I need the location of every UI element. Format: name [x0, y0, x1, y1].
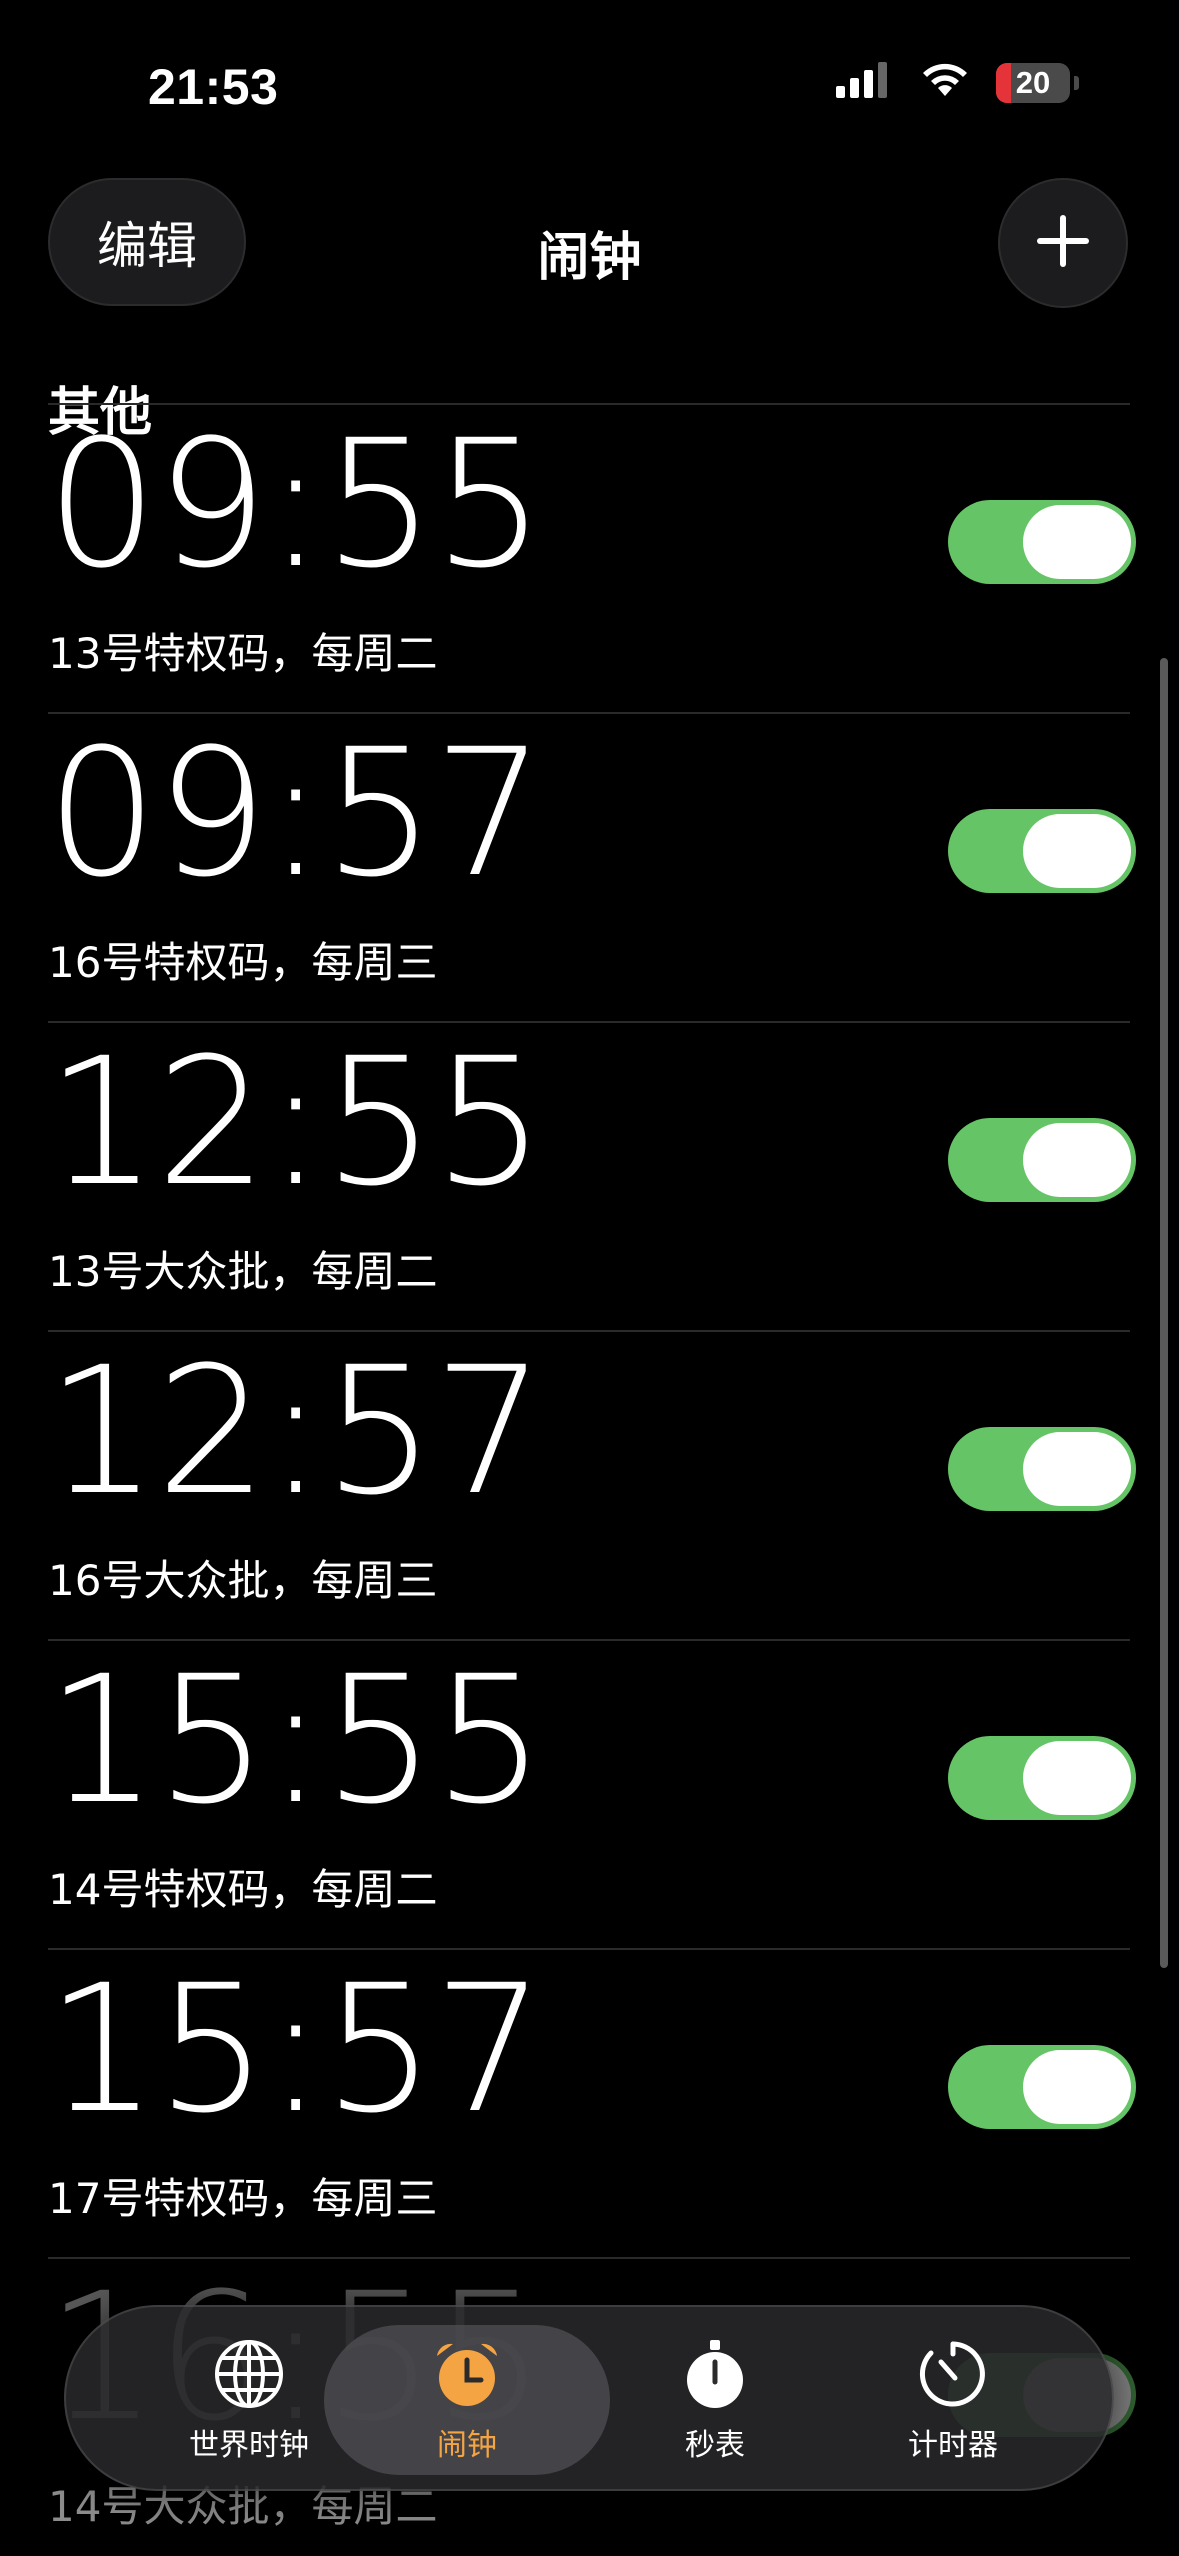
alarm-label: 14号特权码，每周二 [48, 1865, 438, 1914]
alarm-toggle[interactable] [948, 1736, 1136, 1820]
alarm-label: 13号特权码，每周二 [48, 629, 438, 678]
alarm-toggle[interactable] [948, 500, 1136, 584]
alarm-label: 16号大众批，每周三 [48, 1556, 438, 1605]
alarm-toggle[interactable] [948, 1427, 1136, 1511]
alarm-label: 16号特权码，每周三 [48, 938, 438, 987]
stopwatch-icon [677, 2336, 753, 2412]
alarm-toggle[interactable] [948, 2045, 1136, 2129]
alarm-row[interactable]: 09:55 13号特权码，每周二 [0, 405, 1179, 714]
toggle-knob [1023, 814, 1131, 888]
scroll-indicator[interactable] [1160, 658, 1168, 1968]
tab-timer[interactable]: 计时器 [810, 2325, 1096, 2475]
alarm-time: 15:55 [46, 1638, 545, 1843]
timer-icon [915, 2336, 991, 2412]
battery-tip [1074, 75, 1079, 90]
clock-app-screen: 21:53 20 编辑 闹钟 其他 09:55 13号特权码，每周二 09:57… [0, 0, 1179, 2556]
alarm-row[interactable]: 12:55 13号大众批，每周二 [0, 1023, 1179, 1332]
alarm-time: 12:57 [46, 1329, 545, 1534]
tab-label: 计时器 [908, 2428, 998, 2463]
tab-label: 闹钟 [437, 2428, 497, 2463]
alarm-toggle[interactable] [948, 809, 1136, 893]
alarm-clock-icon [429, 2336, 505, 2412]
plus-icon [1033, 211, 1093, 276]
wifi-icon [918, 60, 972, 105]
toggle-knob [1023, 1741, 1131, 1815]
alarm-label: 17号特权码，每周三 [48, 2174, 438, 2223]
tab-label: 世界时钟 [189, 2428, 309, 2463]
alarm-time: 09:55 [46, 402, 545, 607]
tab-bar: 世界时钟 闹钟 秒表 计时器 [64, 2305, 1114, 2491]
status-time: 21:53 [148, 59, 279, 115]
alarm-row[interactable]: 09:57 16号特权码，每周三 [0, 714, 1179, 1023]
alarm-time: 09:57 [46, 711, 545, 916]
battery-level: 20 [1015, 64, 1051, 100]
tab-alarm[interactable]: 闹钟 [324, 2325, 610, 2475]
status-bar: 21:53 20 [0, 0, 1179, 160]
alarm-row[interactable]: 12:57 16号大众批，每周三 [0, 1332, 1179, 1641]
globe-icon [211, 2336, 287, 2412]
battery-fill [996, 62, 1011, 103]
alarm-toggle[interactable] [948, 1118, 1136, 1202]
alarm-row[interactable]: 15:55 14号特权码，每周二 [0, 1641, 1179, 1950]
alarm-row[interactable]: 15:57 17号特权码，每周三 [0, 1950, 1179, 2259]
toggle-knob [1023, 1123, 1131, 1197]
toggle-knob [1023, 1432, 1131, 1506]
tab-label: 秒表 [685, 2428, 745, 2463]
add-alarm-button[interactable] [998, 178, 1128, 308]
alarm-list: 09:55 13号特权码，每周二 09:57 16号特权码，每周三 12:55 … [0, 405, 1179, 2259]
toggle-knob [1023, 2050, 1131, 2124]
alarm-time: 12:55 [46, 1020, 545, 1225]
alarm-time: 15:57 [46, 1947, 545, 2152]
battery-icon: 20 [996, 62, 1070, 103]
signal-icon [834, 60, 894, 105]
toggle-knob [1023, 505, 1131, 579]
nav-bar: 编辑 闹钟 [0, 175, 1179, 315]
status-icons: 20 [834, 60, 1079, 105]
alarm-label: 13号大众批，每周二 [48, 1247, 438, 1296]
